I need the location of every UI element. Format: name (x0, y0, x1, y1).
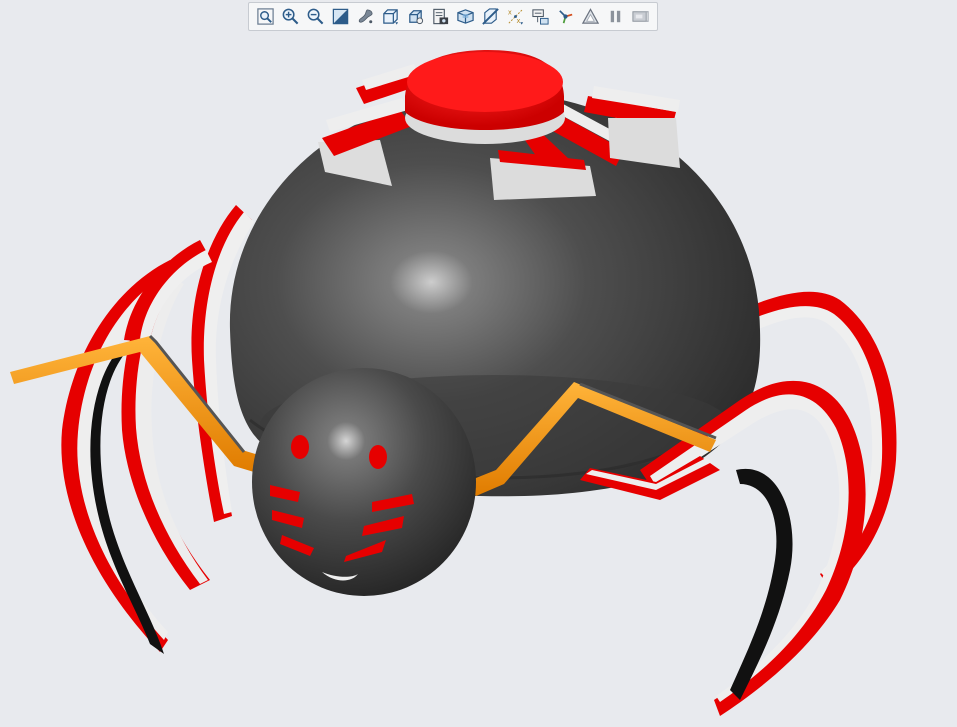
view-manager-icon (409, 10, 424, 25)
display-style-button[interactable] (329, 5, 352, 28)
spin-center-button[interactable] (554, 5, 577, 28)
datum-display-button[interactable]: x x (504, 5, 527, 28)
standard-view-icon (383, 9, 399, 25)
spin-center-icon (559, 10, 573, 24)
head (252, 368, 476, 596)
graphics-viewport[interactable]: x x (0, 0, 957, 727)
zoom-in-button[interactable] (279, 5, 302, 28)
view-manager-button[interactable] (404, 5, 427, 28)
perspective-button[interactable] (454, 5, 477, 28)
appearance-icon (358, 9, 373, 24)
section-icon (482, 8, 499, 25)
eye-right (369, 445, 387, 469)
standard-view-button[interactable] (379, 5, 402, 28)
zoom-out-button[interactable] (304, 5, 327, 28)
pause-icon (610, 10, 621, 23)
svg-text:x: x (516, 17, 520, 25)
saved-views-icon (433, 8, 449, 25)
display-style-icon (332, 8, 349, 25)
render-button[interactable] (579, 5, 602, 28)
spider-3d-model[interactable] (0, 0, 957, 727)
perspective-icon (457, 9, 474, 24)
pause-button[interactable] (604, 5, 627, 28)
dynamic-view-button[interactable] (629, 5, 652, 28)
appearance-button[interactable] (354, 5, 377, 28)
annotation-display-button[interactable] (529, 5, 552, 28)
saved-views-button[interactable] (429, 5, 452, 28)
section-button[interactable] (479, 5, 502, 28)
zoom-in-icon (282, 8, 299, 25)
refit-button[interactable] (254, 5, 277, 28)
zoom-out-icon (307, 8, 324, 25)
annotation-display-icon (532, 9, 549, 25)
svg-text:x: x (508, 9, 512, 17)
datum-display-icon: x x (508, 9, 524, 25)
eye-left (291, 435, 309, 459)
view-toolbar: x x (248, 2, 658, 31)
render-icon (581, 8, 600, 24)
refit-icon (257, 8, 274, 25)
dynamic-view-icon (632, 11, 649, 22)
